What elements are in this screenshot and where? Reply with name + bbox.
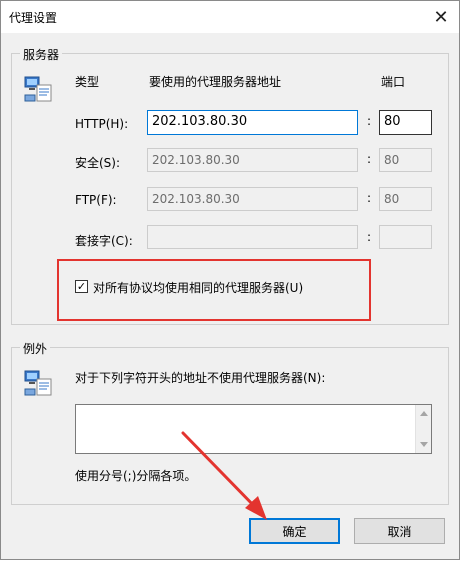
- http-address-input[interactable]: 202.103.80.30: [147, 110, 358, 135]
- secure-label: 安全(S):: [75, 156, 121, 170]
- ftp-address-input[interactable]: 202.103.80.30: [147, 187, 358, 211]
- exceptions-textarea[interactable]: [75, 404, 432, 454]
- ftp-port-input[interactable]: 80: [379, 187, 432, 211]
- dialog-title: 代理设置: [9, 11, 58, 25]
- ftp-colon: :: [367, 191, 372, 205]
- scroll-down-icon[interactable]: [420, 442, 428, 447]
- socks-label: 套接字(C):: [75, 234, 133, 248]
- computer-exceptions-icon: [24, 370, 52, 396]
- exceptions-hint: 使用分号(;)分隔各项。: [75, 469, 197, 483]
- cancel-button[interactable]: 取消: [354, 518, 445, 544]
- secure-port-input[interactable]: 80: [379, 148, 432, 172]
- servers-legend: 服务器: [20, 46, 63, 63]
- http-label: HTTP(H):: [75, 117, 129, 131]
- ok-button[interactable]: 确定: [249, 518, 340, 544]
- secure-address-input[interactable]: 202.103.80.30: [147, 148, 358, 172]
- address-column-header: 要使用的代理服务器地址: [149, 75, 282, 89]
- socks-address-input[interactable]: [147, 225, 358, 249]
- close-icon[interactable]: ✕: [429, 5, 453, 29]
- socks-colon: :: [367, 230, 372, 244]
- ftp-label: FTP(F):: [75, 193, 117, 207]
- http-port-input[interactable]: 80: [379, 110, 432, 135]
- exceptions-description: 对于下列字符开头的地址不使用代理服务器(N):: [75, 371, 326, 385]
- proxy-settings-dialog: 代理设置 ✕ 服务器 类型 要使用的代理服务器地址 端口 HTTP(H): 20…: [0, 0, 460, 560]
- exceptions-legend: 例外: [20, 340, 51, 357]
- same-proxy-checkbox[interactable]: ✓: [75, 280, 88, 293]
- secure-colon: :: [367, 152, 372, 166]
- scroll-up-icon[interactable]: [420, 411, 428, 416]
- socks-port-input[interactable]: [379, 225, 432, 249]
- exceptions-scrollbar[interactable]: [415, 405, 431, 453]
- http-colon: :: [367, 114, 372, 128]
- computer-network-icon: [24, 76, 52, 102]
- same-proxy-label[interactable]: 对所有协议均使用相同的代理服务器(U): [93, 279, 303, 296]
- port-column-header: 端口: [381, 75, 406, 89]
- title-bar: 代理设置 ✕: [1, 1, 459, 33]
- type-column-header: 类型: [75, 75, 100, 89]
